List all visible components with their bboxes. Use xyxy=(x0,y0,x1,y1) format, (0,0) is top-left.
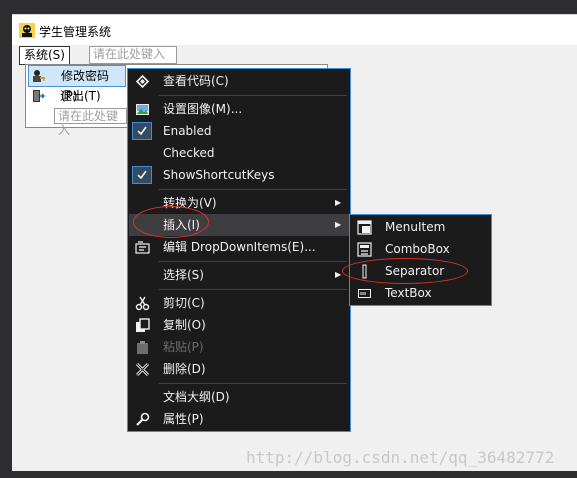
menu-separator xyxy=(159,189,347,190)
submenu-arrow-icon: ▶ xyxy=(335,198,342,207)
menuitem-icon xyxy=(357,220,372,235)
menu-item-label: 删除(D) xyxy=(163,362,206,376)
menu-item-delete[interactable]: 删除(D) xyxy=(129,358,349,380)
image-icon xyxy=(136,104,149,115)
menu-item-copy[interactable]: 复制(O) xyxy=(129,314,349,336)
paste-icon xyxy=(137,341,148,354)
outer-frame-top xyxy=(0,0,577,14)
annotation-ellipse-separator xyxy=(342,258,468,284)
submenu-item-textbox[interactable]: TextBox xyxy=(351,282,490,304)
menu-item-checked[interactable]: Checked xyxy=(129,142,349,164)
submenu-item-label: ComboBox xyxy=(385,242,450,256)
code-view-icon xyxy=(135,74,150,89)
scissors-icon xyxy=(135,296,150,311)
menu-item-label: ShowShortcutKeys xyxy=(163,168,275,182)
menu-item-label: Enabled xyxy=(163,124,212,138)
menu-item-edit-dropdown-items[interactable]: 编辑 DropDownItems(E)... xyxy=(129,236,349,258)
check-icon xyxy=(132,122,152,140)
key-user-icon xyxy=(33,70,45,82)
submenu-item-menuitem[interactable]: MenuItem xyxy=(351,216,490,238)
dropdown-item-change-password[interactable]: 修改密码(P) xyxy=(28,65,126,103)
menu-item-paste[interactable]: 粘贴(P) xyxy=(129,336,349,358)
menu-item-document-outline[interactable]: 文档大纲(D) xyxy=(129,386,349,408)
menu-item-label: 粘贴(P) xyxy=(163,340,204,354)
menu-item-properties[interactable]: 属性(P) xyxy=(129,408,349,430)
submenu-item-label: TextBox xyxy=(385,286,432,300)
menu-separator xyxy=(159,383,347,384)
menu-item-set-image[interactable]: 设置图像(M)... xyxy=(129,98,349,120)
submenu-item-label: MenuItem xyxy=(385,220,446,234)
menu-item-label: 复制(O) xyxy=(163,318,206,332)
menu-separator xyxy=(159,261,347,262)
menu-item-view-code[interactable]: 查看代码(C) xyxy=(129,70,349,92)
annotation-ellipse-insert xyxy=(133,206,209,238)
app-icon xyxy=(19,23,35,38)
wrench-icon xyxy=(136,412,150,426)
menu-item-label: 属性(P) xyxy=(163,412,204,426)
menu-item-label: 设置图像(M)... xyxy=(163,102,243,116)
exit-door-icon xyxy=(33,90,45,102)
menu-item-cut[interactable]: 剪切(C) xyxy=(129,292,349,314)
check-icon xyxy=(132,166,152,184)
menu-item-label: 选择(S) xyxy=(163,268,204,282)
watermark: http://blog.csdn.net/qq_36482772 xyxy=(246,448,555,467)
menu-type-here-placeholder[interactable]: 请在此处键入 xyxy=(89,46,177,64)
context-menu: 查看代码(C) 设置图像(M)... Enabled Checked ShowS… xyxy=(127,68,351,432)
outer-frame-bottom xyxy=(0,470,577,478)
submenu-arrow-icon: ▶ xyxy=(335,220,342,229)
menu-item-label: 编辑 DropDownItems(E)... xyxy=(163,240,316,254)
textbox-icon xyxy=(358,289,371,298)
menu-separator xyxy=(159,289,347,290)
menu-system[interactable]: 系统(S) xyxy=(19,46,70,65)
dropdown-item-label: 退出(T) xyxy=(60,89,101,103)
menu-item-select[interactable]: 选择(S) ▶ xyxy=(129,264,349,286)
window-title: 学生管理系统 xyxy=(39,25,112,39)
menu-separator xyxy=(159,95,347,96)
menu-item-label: Checked xyxy=(163,146,215,160)
dropdown-item-exit[interactable]: 退出(T) xyxy=(28,86,128,106)
delete-x-icon xyxy=(135,362,150,377)
outer-frame-left xyxy=(0,0,12,478)
menu-item-label: 文档大纲(D) xyxy=(163,390,230,404)
menu-item-label: 查看代码(C) xyxy=(163,74,229,88)
dropdown-type-here-placeholder[interactable]: 请在此处键入 xyxy=(54,108,127,137)
menu-item-label: 剪切(C) xyxy=(163,296,205,310)
copy-icon xyxy=(136,318,150,332)
submenu-item-combobox[interactable]: ComboBox xyxy=(351,238,490,260)
title-bar[interactable]: 学生管理系统 xyxy=(12,15,577,45)
submenu-arrow-icon: ▶ xyxy=(335,270,342,279)
edit-items-icon xyxy=(135,241,150,254)
combobox-icon xyxy=(357,242,372,257)
menu-item-show-shortcut-keys[interactable]: ShowShortcutKeys xyxy=(129,164,349,186)
menu-item-enabled[interactable]: Enabled xyxy=(129,120,349,142)
